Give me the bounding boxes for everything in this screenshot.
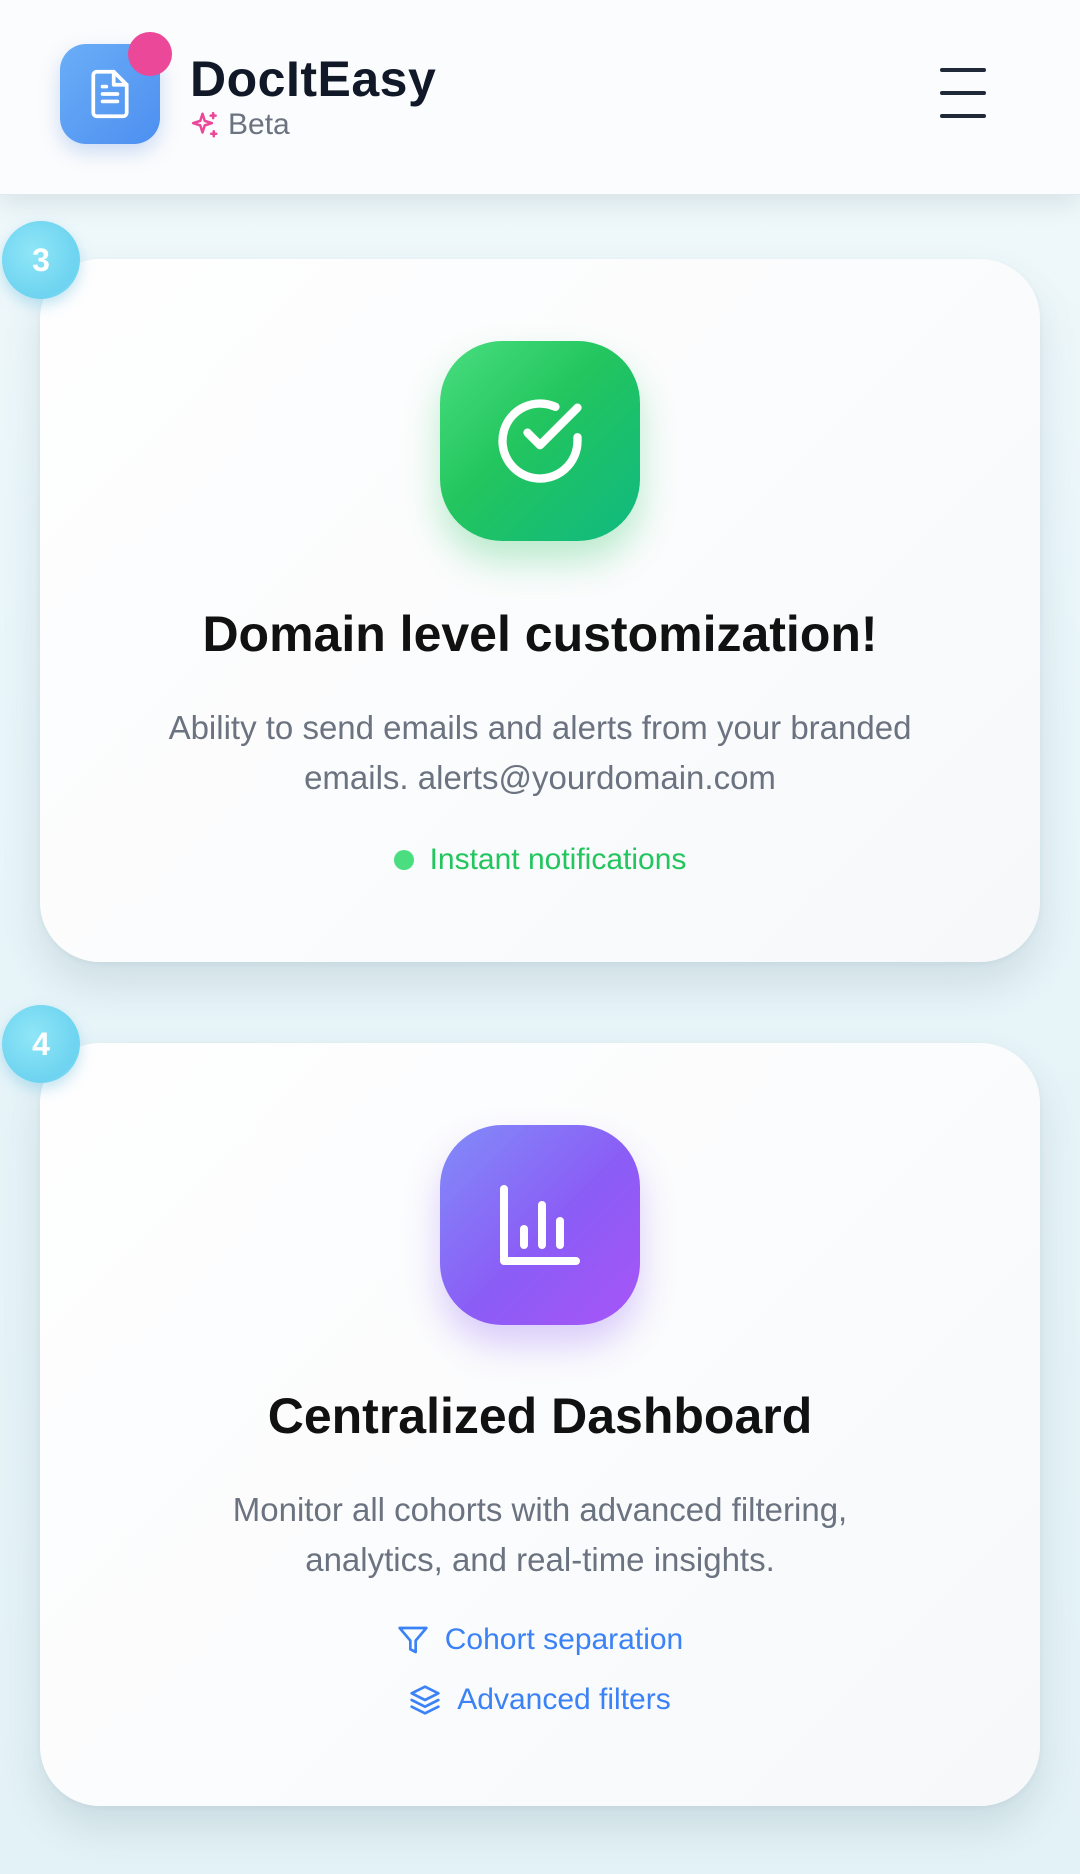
feature-icon-tile xyxy=(440,1125,640,1325)
status-dot xyxy=(393,850,414,870)
card-description: Ability to send emails and alerts from y… xyxy=(168,709,912,796)
menu-bar xyxy=(940,68,986,72)
sparkle-icon xyxy=(191,111,218,138)
beta-tag: Beta xyxy=(190,108,290,142)
feature-card-domain-customization: Domain level customization! Ability to s… xyxy=(40,259,1040,962)
feature-label: Instant notifications xyxy=(429,843,687,876)
feature-label: Advanced filters xyxy=(457,1683,671,1716)
filter-icon xyxy=(398,1626,428,1654)
feature-icon-tile xyxy=(440,341,640,541)
step-badge: 3 xyxy=(2,221,80,299)
card-title: Centralized Dashboard xyxy=(267,1388,813,1444)
brand-name: DocItEasy xyxy=(190,51,437,107)
menu-bar xyxy=(940,91,986,95)
check-circle-icon xyxy=(498,399,582,483)
feature-card-centralized-dashboard: Centralized Dashboard Monitor all cohort… xyxy=(40,1043,1040,1806)
card-title: Domain level customization! xyxy=(202,606,878,662)
feature-label: Cohort separation xyxy=(444,1623,684,1656)
beta-label: Beta xyxy=(228,108,290,141)
menu-bar xyxy=(940,114,986,118)
feature-item: Cohort separation xyxy=(40,1623,1040,1657)
layers-icon xyxy=(410,1685,440,1715)
feature-item: Advanced filters xyxy=(40,1683,1040,1717)
app-header: DocItEasy Beta xyxy=(0,0,1080,195)
document-icon xyxy=(91,69,129,119)
card-description: Monitor all cohorts with advanced filter… xyxy=(232,1491,848,1578)
hamburger-menu-button[interactable] xyxy=(940,68,1000,118)
step-badge: 4 xyxy=(2,1005,80,1083)
notification-dot xyxy=(128,32,172,76)
bar-chart-icon xyxy=(500,1185,580,1265)
feature-item: Instant notifications xyxy=(40,843,1040,877)
